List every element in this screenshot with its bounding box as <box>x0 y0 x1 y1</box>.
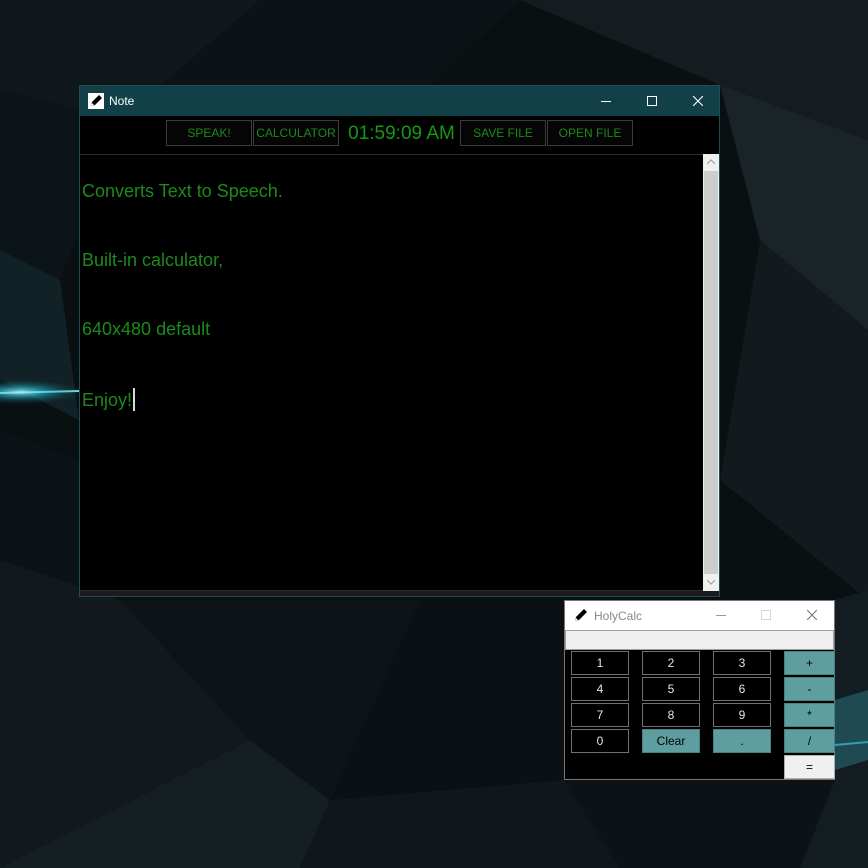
key-5[interactable]: 5 <box>642 677 700 701</box>
key-8[interactable]: 8 <box>642 703 700 727</box>
key-2[interactable]: 2 <box>642 651 700 675</box>
key-7[interactable]: 7 <box>571 703 629 727</box>
scroll-up-button[interactable] <box>703 154 719 171</box>
key-9[interactable]: 9 <box>713 703 771 727</box>
key-decimal[interactable]: . <box>713 729 771 753</box>
minimize-icon <box>601 101 611 102</box>
key-4[interactable]: 4 <box>571 677 629 701</box>
save-file-button[interactable]: SAVE FILE <box>460 120 546 146</box>
maximize-icon <box>647 96 657 106</box>
key-6[interactable]: 6 <box>713 677 771 701</box>
pencil-icon <box>573 607 589 623</box>
key-plus[interactable]: + <box>784 651 835 675</box>
clock-display: 01:59:09 AM <box>348 123 455 144</box>
calc-close-button[interactable] <box>789 600 835 630</box>
editor-line-1: Converts Text to Speech. <box>82 181 283 201</box>
note-toolbar: SPEAK! CALCULATOR 01:59:09 AM SAVE FILE … <box>80 116 719 154</box>
editor-line-4-text: Enjoy! <box>82 390 133 410</box>
scroll-thumb[interactable] <box>704 171 718 574</box>
holycalc-titlebar[interactable]: HolyCalc <box>565 601 834 630</box>
calc-maximize-button <box>743 600 789 630</box>
note-window: Note SPEAK! CALCULATOR 01:59:09 AM SAVE … <box>79 85 720 597</box>
key-3[interactable]: 3 <box>713 651 771 675</box>
minimize-button[interactable] <box>583 86 629 116</box>
editor-line-3: 640x480 default <box>82 319 211 339</box>
key-divide[interactable]: / <box>784 729 835 753</box>
minimize-icon <box>716 615 726 616</box>
vertical-scrollbar[interactable] <box>703 154 719 591</box>
key-minus[interactable]: - <box>784 677 835 701</box>
key-multiply[interactable]: * <box>784 703 835 727</box>
scroll-down-arrow-icon <box>707 579 715 585</box>
key-0[interactable]: 0 <box>571 729 629 753</box>
holycalc-window: HolyCalc 1 2 3 + 4 5 6 - 7 8 9 * 0 Clear… <box>564 600 835 780</box>
holycalc-window-title: HolyCalc <box>594 609 643 623</box>
key-1[interactable]: 1 <box>571 651 629 675</box>
note-titlebar[interactable]: Note <box>80 86 719 116</box>
close-button[interactable] <box>675 86 721 116</box>
calculator-button[interactable]: CALCULATOR <box>253 120 339 146</box>
calc-minimize-button[interactable] <box>698 600 744 630</box>
text-caret <box>133 388 136 411</box>
maximize-button[interactable] <box>629 86 675 116</box>
window-bottom-edge <box>80 591 719 596</box>
editor-line-2: Built-in calculator, <box>82 250 224 270</box>
open-file-button[interactable]: OPEN FILE <box>547 120 633 146</box>
close-icon <box>807 610 817 620</box>
close-icon <box>693 96 703 106</box>
editor-line-4: Enjoy! <box>82 388 136 411</box>
clear-button[interactable]: Clear <box>642 729 700 753</box>
maximize-icon <box>761 610 771 620</box>
pencil-icon <box>88 93 104 109</box>
text-editor[interactable]: Converts Text to Speech. Built-in calcul… <box>80 154 703 591</box>
key-equals[interactable]: = <box>784 755 835 779</box>
calc-display[interactable] <box>565 630 834 650</box>
scroll-down-button[interactable] <box>703 574 719 591</box>
scroll-up-arrow-icon <box>707 159 715 165</box>
note-window-title: Note <box>109 94 135 108</box>
speak-button[interactable]: SPEAK! <box>166 120 252 146</box>
